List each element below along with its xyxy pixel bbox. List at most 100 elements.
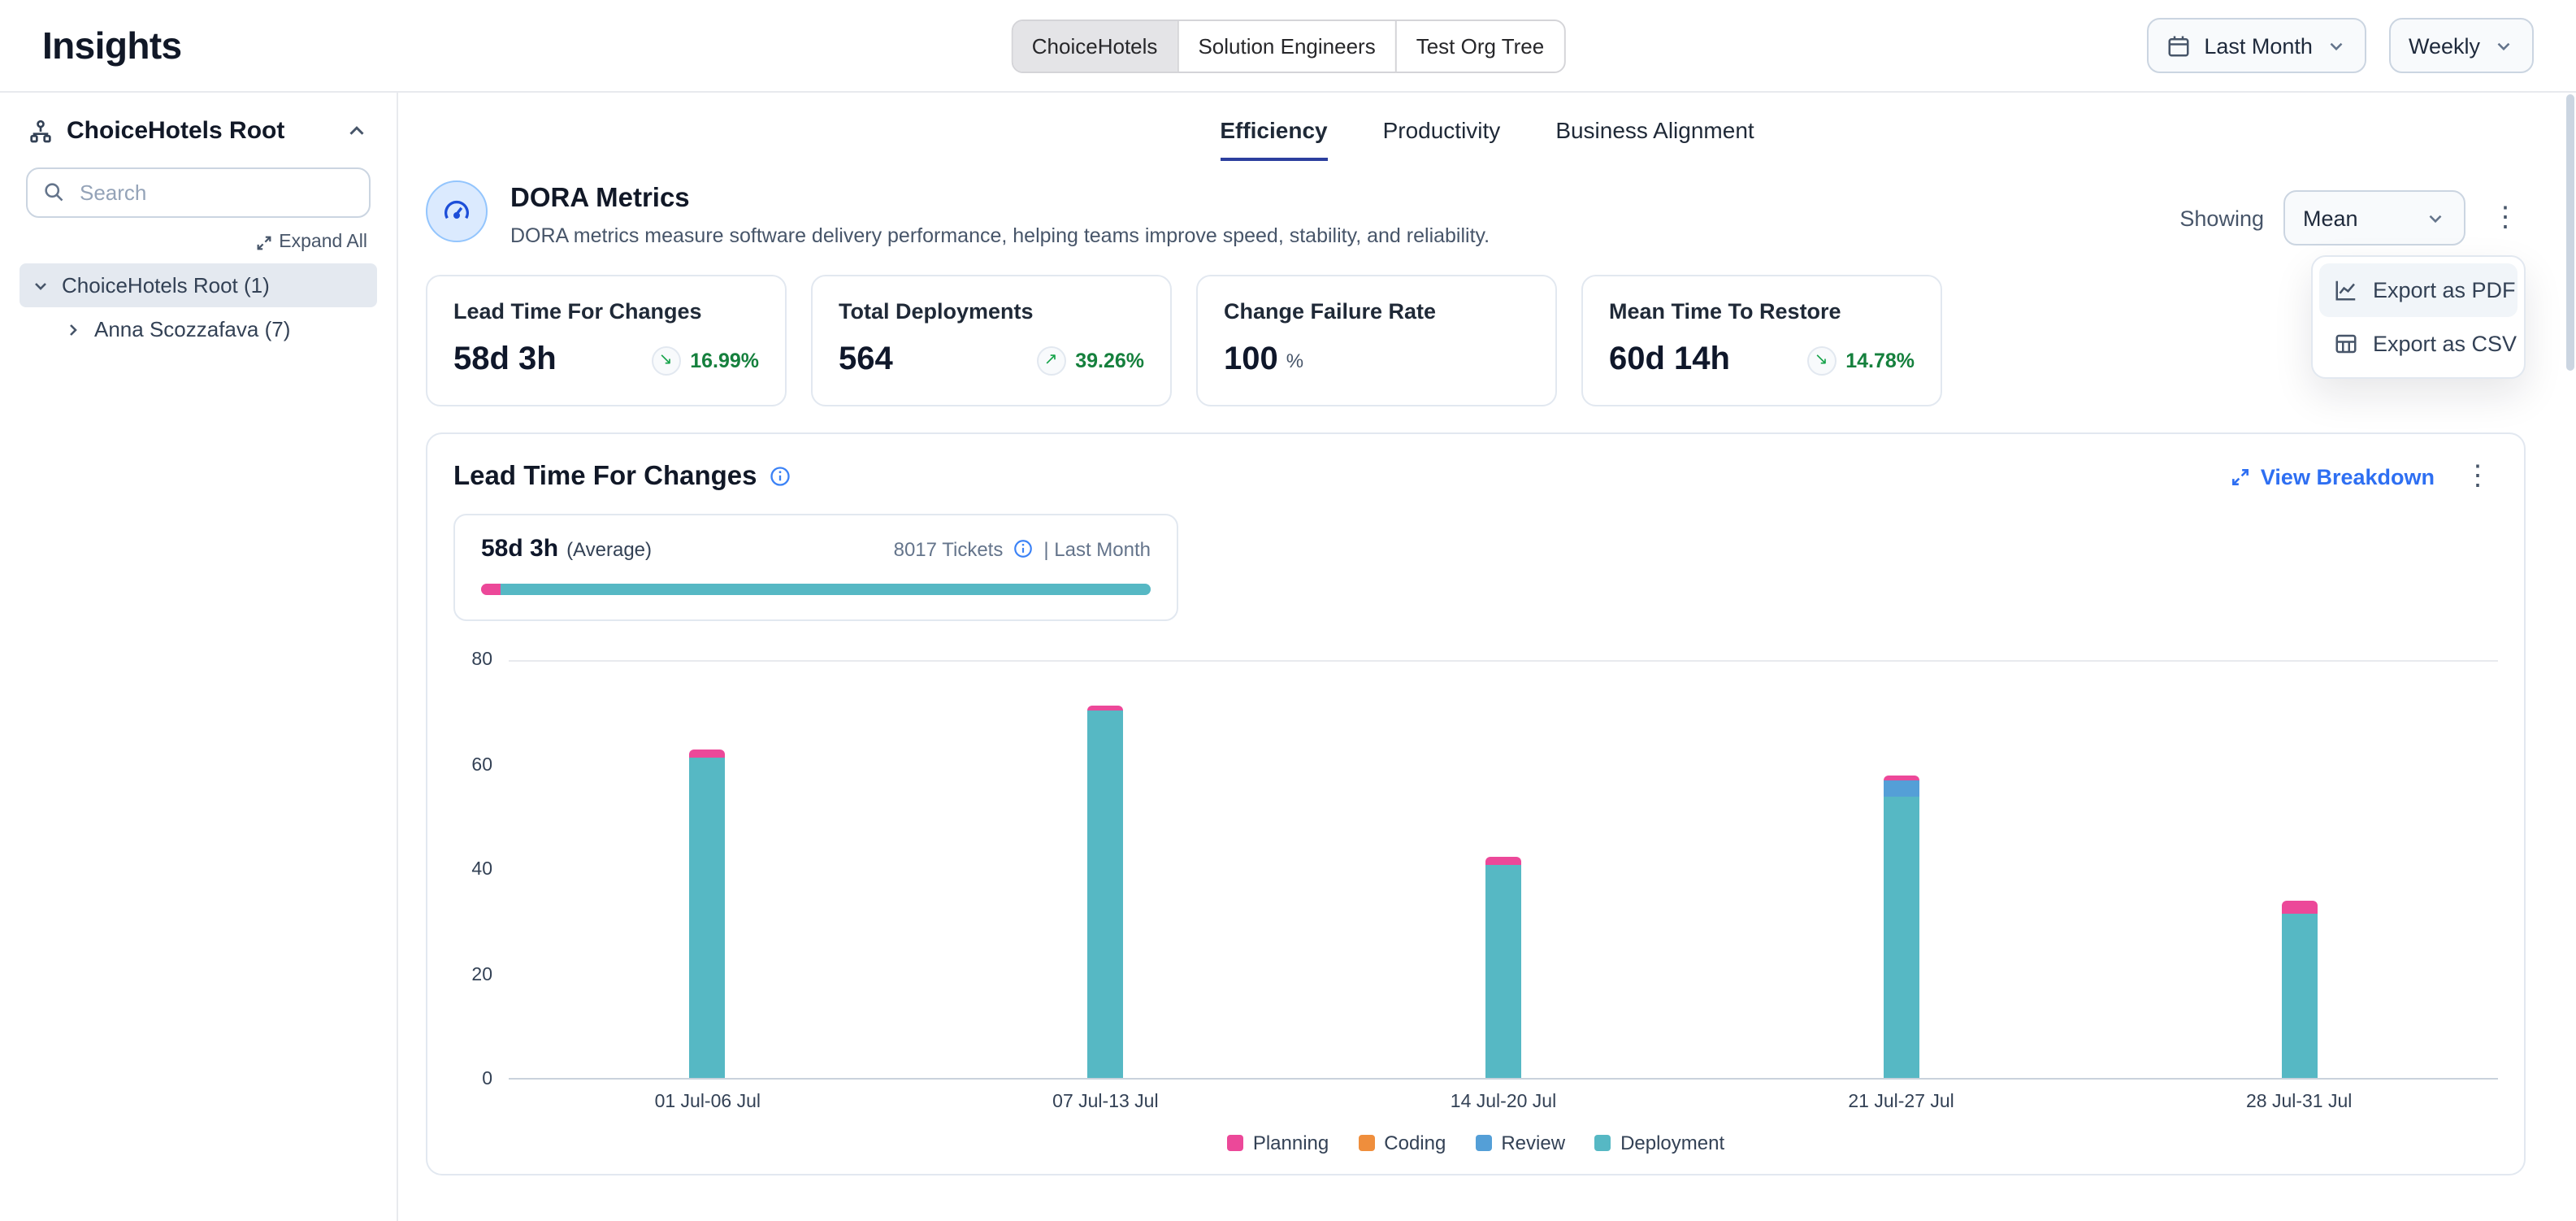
tab-business-alignment[interactable]: Business Alignment: [1555, 117, 1754, 161]
bar-21 Jul-27 Jul[interactable]: [1884, 776, 1919, 1078]
date-range-value: Last Month: [2204, 33, 2313, 58]
menu-item-label: Export as CSV: [2373, 332, 2517, 356]
panel-title: Lead Time For Changes: [453, 461, 757, 492]
sidebar-header: ChoiceHotels Root: [20, 117, 377, 145]
sidebar-collapse-button[interactable]: [345, 119, 369, 143]
org-chart-icon: [28, 118, 54, 144]
summary-qualifier: (Average): [566, 537, 652, 560]
dora-title: DORA Metrics: [510, 184, 1490, 215]
date-range-select[interactable]: Last Month: [2147, 18, 2366, 73]
bar-segment-planning: [1485, 857, 1521, 865]
expand-all-button[interactable]: Expand All: [29, 232, 367, 252]
top-bar: Insights ChoiceHotels Solution Engineers…: [0, 0, 2576, 93]
bar-28 Jul-31 Jul[interactable]: [2281, 901, 2317, 1078]
calendar-icon: [2166, 33, 2191, 58]
metric-cards: Lead Time For Changes 58d 3h ↘ 16.99% To…: [426, 275, 2526, 406]
y-tick-label: 40: [471, 860, 492, 880]
delta-percent: 14.78%: [1845, 349, 1915, 372]
bar-07 Jul-13 Jul[interactable]: [1087, 706, 1123, 1078]
sidebar-title: ChoiceHotels Root: [67, 117, 332, 145]
aggregation-select[interactable]: Mean: [2283, 190, 2465, 246]
x-tick-label: 14 Jul-20 Jul: [1451, 1093, 1556, 1112]
table-icon: [2334, 332, 2358, 356]
menu-item-export-pdf[interactable]: Export as PDF: [2319, 263, 2517, 317]
tree-item-anna-scozzafava[interactable]: Anna Scozzafava (7): [52, 307, 377, 351]
card-unit: %: [1286, 349, 1303, 372]
menu-item-label: Export as PDF: [2373, 278, 2516, 302]
x-tick-label: 01 Jul-06 Jul: [655, 1093, 761, 1112]
card-label: Lead Time For Changes: [453, 299, 759, 324]
bar-segment-planning: [690, 750, 726, 758]
card-lead-time-for-changes: Lead Time For Changes 58d 3h ↘ 16.99%: [426, 275, 787, 406]
y-tick-label: 0: [482, 1070, 492, 1089]
card-total-deployments: Total Deployments 564 ↗ 39.26%: [811, 275, 1172, 406]
bar-segment-deployment: [2281, 914, 2317, 1078]
legend-label: Planning: [1253, 1132, 1329, 1154]
bar-segment-deployment: [1884, 797, 1919, 1078]
tab-productivity[interactable]: Productivity: [1383, 117, 1501, 161]
org-switcher: ChoiceHotels Solution Engineers Test Org…: [1011, 19, 1565, 72]
trend-down-icon: ↘: [1806, 345, 1836, 375]
sidebar-search: [26, 167, 371, 218]
org-tab-solution-engineers[interactable]: Solution Engineers: [1177, 20, 1394, 71]
chevron-down-icon[interactable]: [31, 276, 50, 295]
y-axis: 020406080: [453, 660, 502, 1080]
legend-label: Deployment: [1620, 1132, 1724, 1154]
menu-item-export-csv[interactable]: Export as CSV: [2319, 317, 2517, 371]
card-value: 564: [839, 341, 893, 379]
x-tick-label: 07 Jul-13 Jul: [1052, 1093, 1158, 1112]
bar-01 Jul-06 Jul[interactable]: [690, 750, 726, 1078]
x-axis: 01 Jul-06 Jul 07 Jul-13 Jul 14 Jul-20 Jul 2…: [509, 1080, 2498, 1122]
bar-segment-review: [1884, 780, 1919, 797]
scrollbar[interactable]: [2566, 94, 2574, 371]
app-window: Insights ChoiceHotels Solution Engineers…: [0, 0, 2576, 1221]
view-breakdown-link[interactable]: View Breakdown: [2230, 464, 2435, 489]
view-tabs: Efficiency Productivity Business Alignme…: [398, 93, 2576, 161]
header-controls: Last Month Weekly: [2147, 18, 2534, 73]
legend-item-coding[interactable]: Coding: [1358, 1132, 1446, 1154]
chevron-down-icon: [2326, 35, 2347, 56]
view-breakdown-label: View Breakdown: [2261, 464, 2435, 489]
delta-percent: 39.26%: [1075, 349, 1144, 372]
org-tab-test-org-tree[interactable]: Test Org Tree: [1395, 20, 1564, 71]
tab-efficiency[interactable]: Efficiency: [1220, 117, 1327, 161]
main-layout: ChoiceHotels Root Expand All ChoiceHo: [0, 93, 2576, 1221]
progress-planning-segment: [481, 584, 501, 595]
delta-percent: 16.99%: [690, 349, 759, 372]
search-icon: [42, 180, 65, 211]
legend-item-deployment[interactable]: Deployment: [1594, 1132, 1724, 1154]
dora-header: DORA Metrics DORA metrics measure softwa…: [426, 180, 2526, 247]
panel-kebab-menu-button[interactable]: ⋮: [2457, 460, 2498, 493]
card-delta: ↗ 39.26%: [1036, 345, 1144, 375]
card-delta: ↘ 14.78%: [1806, 345, 1915, 375]
granularity-select[interactable]: Weekly: [2389, 18, 2534, 73]
bar-segment-planning: [2281, 901, 2317, 914]
bar-14 Jul-20 Jul[interactable]: [1485, 857, 1521, 1078]
org-tab-choicehotels[interactable]: ChoiceHotels: [1013, 20, 1177, 71]
phase-progress-bar: [481, 584, 1151, 595]
legend-item-review[interactable]: Review: [1475, 1132, 1565, 1154]
info-icon[interactable]: [1013, 538, 1034, 559]
search-input[interactable]: [26, 167, 371, 218]
card-change-failure-rate: Change Failure Rate 100 %: [1196, 275, 1557, 406]
org-tree-sidebar: ChoiceHotels Root Expand All ChoiceHo: [0, 93, 398, 1221]
dora-kebab-menu-button[interactable]: ⋮: [2485, 202, 2526, 234]
dora-subtitle: DORA metrics measure software delivery p…: [510, 224, 1490, 247]
page-title: Insights: [42, 24, 182, 67]
tree-item-choicehotels-root[interactable]: ChoiceHotels Root (1): [20, 263, 377, 307]
card-value: 58d 3h: [453, 341, 557, 379]
y-tick-label: 20: [471, 965, 492, 984]
card-delta: ↘ 16.99%: [651, 345, 759, 375]
content-area: DORA Metrics DORA metrics measure softwa…: [398, 161, 2576, 1221]
line-chart-icon: [2334, 278, 2358, 302]
x-tick-label: 28 Jul-31 Jul: [2246, 1093, 2352, 1112]
info-icon[interactable]: [769, 465, 791, 488]
tree-item-label: ChoiceHotels Root (1): [62, 273, 270, 298]
dora-metrics-section: DORA Metrics DORA metrics measure softwa…: [426, 180, 2526, 406]
card-mean-time-to-restore: Mean Time To Restore 60d 14h ↘ 14.78%: [1581, 275, 1942, 406]
legend-item-planning[interactable]: Planning: [1227, 1132, 1329, 1154]
legend-swatch: [1475, 1135, 1491, 1151]
chevron-right-icon[interactable]: [63, 319, 83, 339]
dora-controls: Showing Mean ⋮: [2179, 190, 2526, 246]
bar-segment-deployment: [690, 758, 726, 1078]
